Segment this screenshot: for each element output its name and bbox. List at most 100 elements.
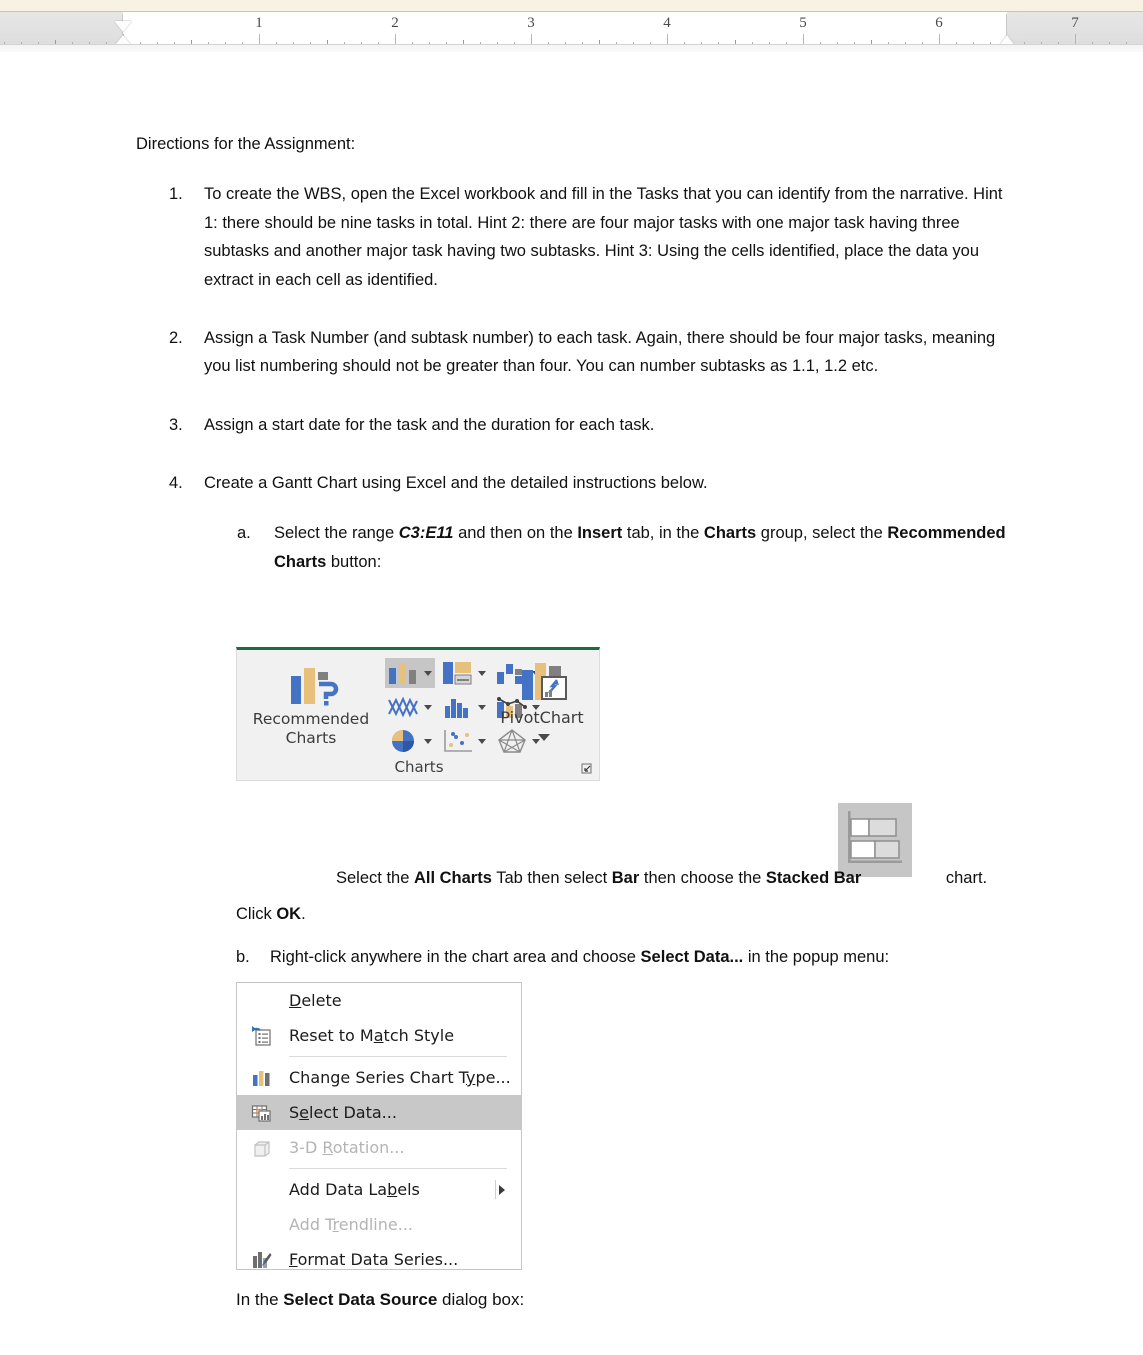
menu-separator-2 xyxy=(289,1168,507,1169)
reset-to-match-style-icon xyxy=(252,1026,271,1046)
chevron-right-icon xyxy=(499,1185,505,1195)
pivotchart-label: PivotChart xyxy=(500,708,584,727)
list-number-1: 1. xyxy=(169,185,183,204)
menu-item-reset-label: Reset to Match Style xyxy=(289,1026,455,1045)
chevron-down-icon[interactable] xyxy=(424,739,432,744)
ruler-label-5: 5 xyxy=(799,15,807,31)
recommended-charts-button[interactable]: Recommended Charts xyxy=(245,660,377,752)
insert-column-or-bar-chart-button[interactable] xyxy=(385,658,435,688)
sub-list-item-b: b. Right-click anywhere in the chart are… xyxy=(236,948,1036,967)
all-charts-text-3: then choose the xyxy=(639,869,766,887)
menu-item-add-data-labels-label: Add Data Labels xyxy=(289,1180,420,1199)
select-data-command-name: Select Data... xyxy=(640,948,744,966)
list-item-1: 1. To create the WBS, open the Excel wor… xyxy=(136,180,1016,294)
click-ok-text-2: . xyxy=(301,905,306,923)
change-chart-type-icon xyxy=(253,1071,270,1086)
list-item-3: 3. Assign a start date for the task and … xyxy=(136,411,1016,439)
bar-type-name: Bar xyxy=(611,869,640,887)
insert-statistic-chart-button[interactable] xyxy=(439,692,489,722)
list-item-4: 4. Create a Gantt Chart using Excel and … xyxy=(136,469,1016,576)
all-charts-text-2: Tab then select xyxy=(491,869,612,887)
menu-item-format-data-series[interactable]: Format Data Series... xyxy=(237,1242,521,1277)
insert-tab-name: Insert xyxy=(577,524,623,543)
chevron-down-icon[interactable] xyxy=(478,671,486,676)
ruler-label-1: 1 xyxy=(255,15,263,31)
ruler-bottom-edge xyxy=(0,44,1143,52)
menu-item-select-data-label: Select Data... xyxy=(289,1103,397,1122)
final-text-2: dialog box: xyxy=(437,1290,525,1309)
menu-item-add-trendline-label: Add Trendline... xyxy=(289,1215,413,1234)
list-number-4: 4. xyxy=(169,474,183,492)
menu-item-reset-to-match-style[interactable]: Reset to Match Style xyxy=(237,1018,521,1053)
window-top-strip xyxy=(0,0,1143,11)
menu-item-change-series-chart-type[interactable]: Change Series Chart Type... xyxy=(237,1060,521,1095)
select-data-source-instruction: In the Select Data Source dialog box: xyxy=(236,1290,524,1310)
ruler-label-4: 4 xyxy=(663,15,671,31)
list-text-1: To create the WBS, open the Excel workbo… xyxy=(204,185,1003,289)
column-chart-icon xyxy=(389,663,416,684)
menu-item-add-trendline: Add Trendline... xyxy=(237,1207,521,1242)
sub-instruction-list: a. Select the range C3:E11 and then on t… xyxy=(204,519,1016,576)
sub-list-text-b: Right-click anywhere in the chart area a… xyxy=(270,948,890,966)
list-number-3: 3. xyxy=(169,415,183,434)
insert-hierarchy-chart-button[interactable] xyxy=(439,658,489,688)
menu-separator-1 xyxy=(289,1056,507,1057)
cell-range: C3:E11 xyxy=(398,524,454,543)
recommended-charts-icon xyxy=(291,668,339,706)
sub-list-number-a: a. xyxy=(237,524,251,543)
menu-item-3d-rotation-label: 3-D Rotation... xyxy=(289,1138,405,1157)
menu-item-format-data-series-label: Format Data Series... xyxy=(289,1250,459,1269)
all-charts-text-4: chart. xyxy=(941,869,988,887)
recommended-charts-label: Recommended Charts xyxy=(252,710,370,747)
ruler-label-7: 7 xyxy=(1071,15,1079,31)
list-number-2: 2. xyxy=(169,328,183,347)
sub-list-text-a: Select the range C3:E11 and then on the … xyxy=(274,524,1006,571)
all-charts-tab-name: All Charts xyxy=(413,869,492,887)
line-chart-icon xyxy=(388,696,418,718)
all-charts-text-1: Select the xyxy=(336,869,414,887)
insert-line-or-area-chart-button[interactable] xyxy=(385,692,435,722)
menu-item-3d-rotation: 3-D Rotation... xyxy=(237,1130,521,1165)
document-body: Directions for the Assignment: 1. To cre… xyxy=(136,130,1016,590)
chevron-down-icon[interactable] xyxy=(478,705,486,710)
pivotchart-button[interactable]: PivotChart xyxy=(492,658,592,758)
ok-button-name: OK xyxy=(276,905,302,923)
all-charts-instruction: Select the All Charts Tab then select Ba… xyxy=(336,864,1136,892)
horizontal-ruler[interactable]: 1 2 3 4 5 6 7 xyxy=(0,11,1143,59)
menu-item-delete[interactable]: Delete xyxy=(237,983,521,1018)
sub-list-number-b: b. xyxy=(236,948,250,966)
insert-pie-or-doughnut-chart-button[interactable] xyxy=(385,726,435,756)
instruction-list: 1. To create the WBS, open the Excel wor… xyxy=(136,180,1016,576)
scatter-chart-icon xyxy=(444,730,472,752)
charts-dialog-launcher-icon[interactable] xyxy=(581,763,593,775)
charts-group-label: Charts xyxy=(394,758,444,776)
charts-group-name: Charts xyxy=(703,524,757,543)
format-data-series-icon xyxy=(253,1252,272,1268)
chevron-down-icon[interactable] xyxy=(478,739,486,744)
menu-item-change-type-label: Change Series Chart Type... xyxy=(289,1068,511,1087)
stacked-bar-name: Stacked Bar xyxy=(765,869,862,887)
insert-scatter-chart-button[interactable] xyxy=(439,726,489,756)
list-text-3: Assign a start date for the task and the… xyxy=(204,415,655,434)
first-line-indent-marker[interactable] xyxy=(114,21,132,32)
menu-item-select-data[interactable]: Select Data... xyxy=(237,1095,521,1130)
hierarchy-chart-icon xyxy=(443,662,472,685)
ruler-label-6: 6 xyxy=(935,15,943,31)
histogram-chart-icon xyxy=(445,699,468,718)
select-data-icon xyxy=(251,1105,271,1122)
chevron-down-icon[interactable] xyxy=(424,705,432,710)
final-text-1: In the xyxy=(236,1290,284,1309)
ruler-label-2: 2 xyxy=(391,15,399,31)
pie-chart-icon xyxy=(392,730,414,752)
pivotchart-icon xyxy=(522,663,567,700)
list-text-2: Assign a Task Number (and subtask number… xyxy=(204,328,996,376)
3d-rotation-icon xyxy=(254,1141,270,1157)
select-data-source-dialog-name: Select Data Source xyxy=(283,1290,438,1309)
chevron-down-icon[interactable] xyxy=(424,671,432,676)
chart-context-menu[interactable]: Delete Reset to Match Style Change Serie… xyxy=(236,982,522,1270)
click-ok-text-1: Click xyxy=(236,905,277,923)
list-item-2: 2. Assign a Task Number (and subtask num… xyxy=(136,324,1016,381)
pivotchart-chevron-down-icon[interactable] xyxy=(538,734,550,741)
menu-item-add-data-labels[interactable]: Add Data Labels xyxy=(237,1172,521,1207)
menu-item-delete-label: Delete xyxy=(289,991,342,1010)
